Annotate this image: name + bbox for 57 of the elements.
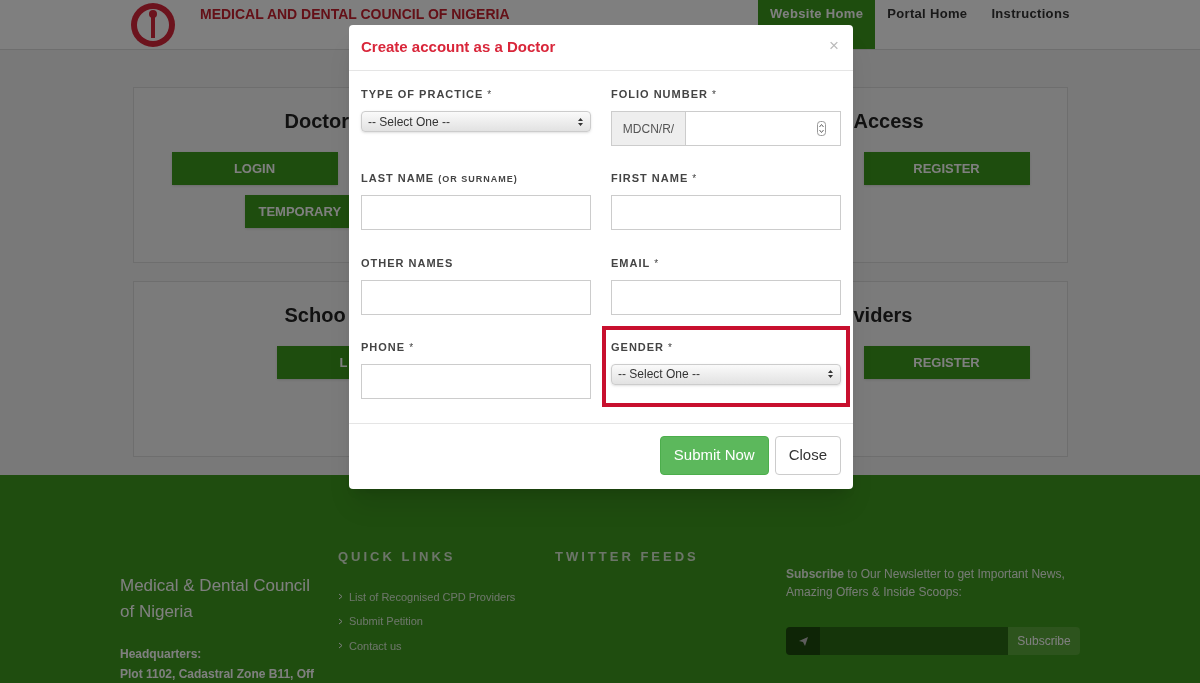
text-field[interactable] xyxy=(611,195,841,231)
email-field[interactable] xyxy=(820,627,1008,655)
chevron-icon xyxy=(338,593,343,601)
card-button[interactable]: REGISTER xyxy=(863,152,1030,185)
card-heading: Access xyxy=(853,110,924,132)
hq-label: Headquarters: xyxy=(120,646,203,663)
folio-number-field[interactable]: MDCN/R/ xyxy=(611,111,841,146)
card-heading: viders xyxy=(853,304,913,326)
field-label: TYPE OF PRACTICE xyxy=(361,87,484,102)
spinner-icon xyxy=(817,121,826,136)
field-label: FIRST NAME xyxy=(611,171,689,187)
card-button[interactable]: LOGIN xyxy=(171,152,338,185)
field-label: LAST NAME xyxy=(361,171,435,187)
field-label: OTHER NAMES xyxy=(361,255,454,271)
field-label: GENDER xyxy=(611,339,665,355)
text-field[interactable] xyxy=(361,363,591,399)
field-label: EMAIL xyxy=(611,255,651,271)
field-label-note: (OR SURNAME) xyxy=(438,173,518,187)
select-field[interactable]: -- Select One -- xyxy=(611,363,841,385)
dialog-button[interactable]: Submit Now xyxy=(659,436,769,475)
hq-address: Plot 1102, Cadastral Zone B11, Off xyxy=(120,666,316,683)
org-name: Medical & Dental Council of Nigeria xyxy=(120,575,311,623)
required-mark: * xyxy=(711,88,716,102)
updown-arrows-icon xyxy=(827,369,834,380)
required-mark: * xyxy=(692,172,697,187)
updown-arrows-icon xyxy=(577,116,584,127)
required-mark: * xyxy=(668,340,672,355)
card-button[interactable]: TEMPORARY xyxy=(244,195,350,228)
chevron-icon xyxy=(338,617,343,625)
text-field[interactable] xyxy=(361,279,591,315)
footer-link[interactable]: Contact us xyxy=(349,637,402,654)
dialog-button[interactable]: Close xyxy=(774,436,841,475)
required-mark: * xyxy=(409,340,414,355)
nav-link[interactable]: Portal Home xyxy=(875,0,980,49)
footer-link[interactable]: List of Recognised CPD Providers xyxy=(349,588,516,605)
field-label: FOLIO NUMBER xyxy=(611,87,708,102)
chevron-icon xyxy=(338,642,343,650)
card-heading: Doctor xyxy=(284,110,349,132)
text-field[interactable] xyxy=(361,195,591,231)
site-title: MEDICAL AND DENTAL COUNCIL OF NIGERIA xyxy=(200,6,511,22)
field-prefix: MDCN/R/ xyxy=(612,112,686,145)
footer-link[interactable]: Submit Petition xyxy=(349,613,423,630)
section-heading: TWITTER FEEDS xyxy=(555,548,700,566)
modal-title: Create account as a Doctor xyxy=(361,37,556,58)
section-heading: QUICK LINKS xyxy=(338,548,457,566)
nav-link[interactable]: Instructions xyxy=(979,0,1082,49)
card-heading: Schoo xyxy=(284,304,346,326)
card-button[interactable]: L xyxy=(276,346,350,379)
card-button[interactable]: REGISTER xyxy=(863,346,1030,379)
field-label: PHONE xyxy=(361,339,406,355)
paper-plane-icon xyxy=(797,635,809,647)
subscribe-button[interactable]: Subscribe xyxy=(1008,627,1080,655)
required-mark: * xyxy=(487,88,492,102)
select-field[interactable]: -- Select One -- xyxy=(361,111,591,132)
required-mark: * xyxy=(654,256,659,271)
text-field[interactable] xyxy=(611,279,841,315)
newsletter-text: Subscribe to Our Newsletter to get Important News, Amazing Offers & Inside Scoops: xyxy=(786,566,1066,601)
